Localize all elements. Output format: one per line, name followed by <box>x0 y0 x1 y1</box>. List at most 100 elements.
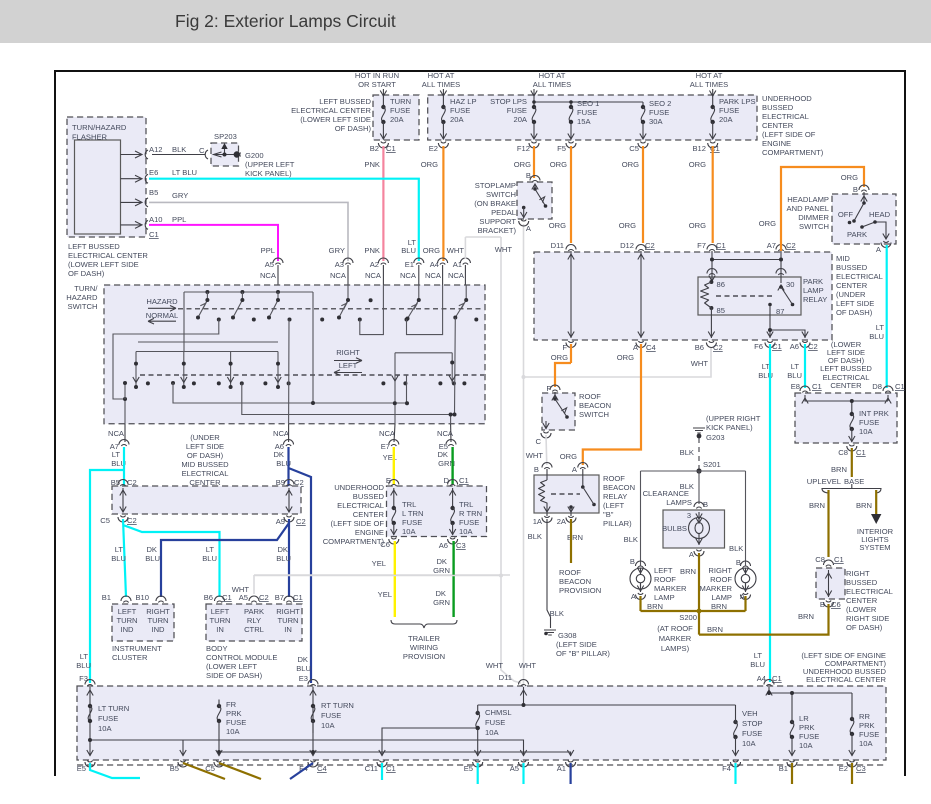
svg-text:ELECTRICAL: ELECTRICAL <box>337 501 384 510</box>
svg-text:BRN: BRN <box>680 567 696 576</box>
svg-text:BLU: BLU <box>401 246 416 255</box>
svg-text:FUSE: FUSE <box>402 518 422 527</box>
svg-text:CLUSTER: CLUSTER <box>112 653 148 662</box>
svg-text:C1: C1 <box>710 144 720 153</box>
svg-text:BEACON: BEACON <box>603 483 635 492</box>
svg-text:C11: C11 <box>365 764 378 773</box>
svg-text:C2: C2 <box>713 343 723 352</box>
svg-text:RLY: RLY <box>247 616 261 625</box>
svg-text:MARKER: MARKER <box>654 584 687 593</box>
svg-text:TURN: TURN <box>209 616 230 625</box>
svg-text:BRN: BRN <box>856 501 872 510</box>
svg-text:PRK: PRK <box>859 721 875 730</box>
svg-text:(LEFT SIDE OF: (LEFT SIDE OF <box>762 130 816 139</box>
svg-text:ELECTRICAL: ELECTRICAL <box>846 587 893 596</box>
svg-text:A: A <box>526 224 532 233</box>
svg-text:B5: B5 <box>170 764 179 773</box>
svg-text:BUSSED: BUSSED <box>836 263 868 272</box>
svg-text:GRY: GRY <box>329 246 345 255</box>
svg-text:F7: F7 <box>697 241 706 250</box>
svg-text:LEFT BUSSED: LEFT BUSSED <box>319 97 371 106</box>
svg-text:G200: G200 <box>245 151 264 160</box>
svg-text:PRK: PRK <box>799 723 815 732</box>
svg-text:ORG: ORG <box>423 246 440 255</box>
svg-text:AND PANEL: AND PANEL <box>787 204 829 213</box>
svg-text:HOT IN RUN: HOT IN RUN <box>355 71 399 80</box>
svg-text:(LEFT SIDE OF: (LEFT SIDE OF <box>331 519 385 528</box>
svg-text:RIGHT: RIGHT <box>146 607 170 616</box>
svg-text:E2: E2 <box>839 764 848 773</box>
svg-text:(AT ROOF: (AT ROOF <box>657 624 693 633</box>
svg-text:TRL: TRL <box>402 500 416 509</box>
svg-text:B: B <box>820 600 825 609</box>
svg-text:(UPPER RIGHT: (UPPER RIGHT <box>706 414 761 423</box>
svg-text:WHT: WHT <box>495 245 513 254</box>
svg-text:10A: 10A <box>226 727 240 736</box>
svg-text:BLK: BLK <box>172 145 186 154</box>
svg-text:BLU: BLU <box>869 332 884 341</box>
svg-text:C1: C1 <box>856 448 866 457</box>
svg-text:LAMP: LAMP <box>803 286 824 295</box>
svg-text:E5: E5 <box>464 764 473 773</box>
svg-text:LT: LT <box>791 362 800 371</box>
svg-text:B1: B1 <box>102 593 111 602</box>
svg-text:FUSE: FUSE <box>742 729 762 738</box>
svg-text:LT BLU: LT BLU <box>172 168 197 177</box>
svg-text:NCA: NCA <box>273 429 290 438</box>
svg-text:CENTER: CENTER <box>830 381 862 390</box>
svg-text:HOT AT: HOT AT <box>696 71 723 80</box>
svg-text:IND: IND <box>120 625 134 634</box>
svg-text:A3: A3 <box>335 260 344 269</box>
svg-text:E6: E6 <box>149 168 158 177</box>
svg-text:LT: LT <box>112 450 121 459</box>
svg-text:FUSE: FUSE <box>485 718 505 727</box>
svg-text:NCA: NCA <box>425 271 442 280</box>
svg-text:SYSTEM: SYSTEM <box>859 543 890 552</box>
svg-text:HOT AT: HOT AT <box>428 71 455 80</box>
svg-text:NCA: NCA <box>379 429 396 438</box>
svg-text:F4: F4 <box>722 764 731 773</box>
svg-text:RELAY: RELAY <box>803 295 827 304</box>
svg-text:HAZARD: HAZARD <box>66 293 98 302</box>
svg-text:C: C <box>536 437 542 446</box>
svg-text:ORG: ORG <box>514 160 531 169</box>
svg-text:ROOF: ROOF <box>710 575 732 584</box>
svg-text:FUSE: FUSE <box>226 718 246 727</box>
svg-text:(LOWER LEFT SIDE: (LOWER LEFT SIDE <box>68 260 139 269</box>
svg-text:LT: LT <box>754 651 763 660</box>
svg-text:HOT AT: HOT AT <box>539 71 566 80</box>
svg-text:SWITCH: SWITCH <box>799 222 829 231</box>
svg-text:TURN: TURN <box>147 616 168 625</box>
svg-text:LAMP: LAMP <box>711 593 732 602</box>
svg-text:B: B <box>534 465 539 474</box>
svg-text:STOP: STOP <box>742 719 763 728</box>
svg-text:87: 87 <box>776 307 784 316</box>
svg-text:CENTER: CENTER <box>762 121 794 130</box>
svg-text:10A: 10A <box>321 721 335 730</box>
svg-text:10A: 10A <box>859 739 873 748</box>
svg-text:DK: DK <box>146 545 157 554</box>
svg-text:BUSSED: BUSSED <box>762 103 794 112</box>
svg-text:BLU: BLU <box>202 554 217 563</box>
svg-text:TURN/: TURN/ <box>74 284 98 293</box>
svg-text:C2: C2 <box>259 593 269 602</box>
svg-text:IN: IN <box>216 625 224 634</box>
svg-text:TURN: TURN <box>116 616 137 625</box>
svg-text:10A: 10A <box>742 739 756 748</box>
svg-text:F5: F5 <box>557 144 566 153</box>
svg-text:OF DASH): OF DASH) <box>836 308 873 317</box>
svg-text:BLU: BLU <box>145 554 160 563</box>
svg-text:OF "B" PILLAR): OF "B" PILLAR) <box>556 649 610 658</box>
svg-text:20A: 20A <box>450 115 464 124</box>
svg-text:BLK: BLK <box>624 535 638 544</box>
svg-text:BLK: BLK <box>680 448 694 457</box>
svg-text:ORG: ORG <box>617 353 634 362</box>
svg-text:BLU: BLU <box>111 554 126 563</box>
svg-text:FUSE: FUSE <box>459 518 479 527</box>
svg-text:COMPARTMENT): COMPARTMENT) <box>323 537 385 546</box>
svg-text:B5: B5 <box>149 188 158 197</box>
svg-text:FUSE: FUSE <box>649 108 669 117</box>
svg-text:10A: 10A <box>859 427 873 436</box>
svg-text:RIGHT: RIGHT <box>846 569 870 578</box>
svg-text:BLK: BLK <box>528 532 542 541</box>
